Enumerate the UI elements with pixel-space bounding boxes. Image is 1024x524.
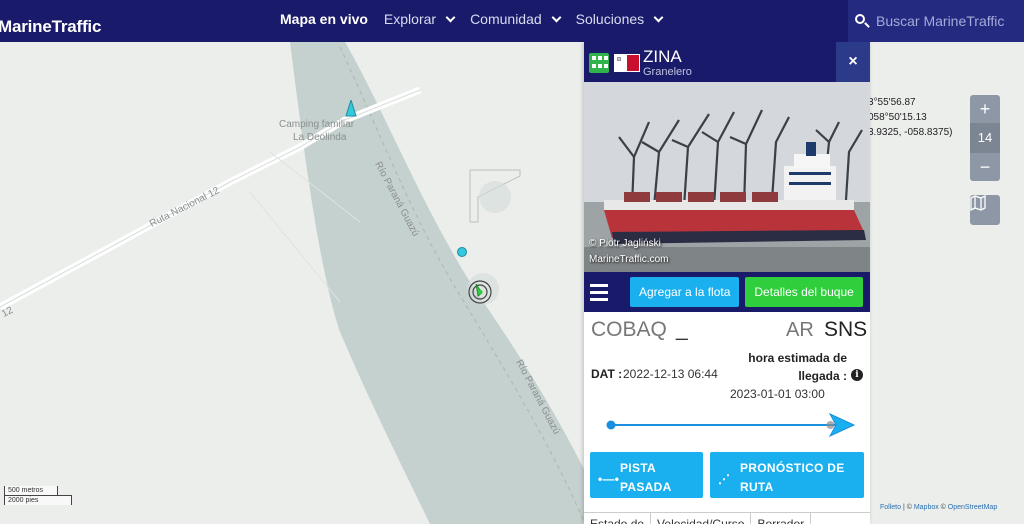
search-box [848,0,1024,42]
tab-draught[interactable]: Borrador [751,513,812,524]
atd-value: 2022-12-13 06:44 [623,367,718,381]
forecast-dots-icon: ⋰ [718,472,731,486]
route-forecast-line-1: PRONÓSTICO DE [740,461,845,475]
map-scale: 500 metros 2000 pies [4,486,72,505]
attribution-sep-2: © [938,504,948,511]
ship-photo[interactable]: © Piotr Jagliński MarineTraffic.com [584,82,870,272]
atd-label: DAT : [591,367,623,381]
info-icon[interactable]: i [851,369,863,381]
route-buttons: •—• PISTA PASADA ⋰ PRONÓSTICO DE RUTA [590,452,864,498]
latitude: 3°55'56.87 [868,97,916,108]
selected-ship-marker-icon[interactable] [466,275,496,305]
map-label-camping: Camping familiar [279,119,354,130]
departure-port[interactable]: COBAQ [591,318,667,342]
past-track-line-1: PISTA [620,461,656,475]
map-attribution: Folleto | © Mapbox © OpenStreetMap [880,504,997,511]
zoom-control: + 14 − [970,95,1000,181]
nav-live-map-label: Mapa en vivo [280,11,368,27]
zoom-out-button[interactable]: − [970,153,1000,181]
destination-port[interactable]: SNS [824,318,867,342]
track-icon: •—• [598,472,620,486]
photo-credit: © Piotr Jagliński MarineTraffic.com [589,236,668,268]
past-track-line-2: PASADA [620,480,672,494]
chevron-down-icon [551,12,562,22]
voyage-route: COBAQ _ AR SNS DAT : 2022-12-13 06:44 ho… [584,312,870,450]
eta-label: hora estimada de llegada : [734,349,847,385]
search-input[interactable] [876,13,1016,29]
map-layers-icon [970,195,986,211]
app-root: MarineTraffic Mapa en vivo Explorar Comu… [0,0,1024,524]
close-button[interactable]: × [836,42,870,82]
nav-explore[interactable]: Explorar [383,11,456,27]
eta-label-line-1: hora estimada de [748,351,847,365]
nav-solutions[interactable]: Soluciones [575,11,664,27]
ship-type: Granelero [643,66,692,78]
tab-speed-course[interactable]: Velocidad/Curso [651,513,752,524]
camping-line-1: Camping familiar [279,119,355,130]
nav-community-label: Comunidad [470,11,542,27]
scale-imperial: 2000 pies [4,495,72,505]
attribution-sep-1: | © [901,504,914,511]
eta-value: 2023-01-01 03:00 [730,387,825,401]
photo-credit-site: MarineTraffic.com [589,254,669,265]
osm-link[interactable]: OpenStreetMap [948,504,997,511]
longitude: 058°50'15.13 [868,112,927,123]
search-icon[interactable] [854,13,870,29]
nav-explore-label: Explorar [383,11,437,27]
marinetraffic-logo[interactable]: MarineTraffic [0,17,101,37]
live-map[interactable]: Camping familiar La Deolinda Ruta Nacion… [0,42,1024,524]
hamburger-menu-icon[interactable] [590,279,616,305]
add-to-fleet-button[interactable]: Agregar a la flota [630,277,740,307]
main-nav: Mapa en vivo Explorar Comunidad Solucion… [280,11,678,27]
route-forecast-button[interactable]: ⋰ PRONÓSTICO DE RUTA [710,452,864,498]
top-navigation-bar: MarineTraffic Mapa en vivo Explorar Comu… [0,0,1024,42]
camping-line-2: La Deolinda [293,132,347,143]
decimal-coordinates: 3.9325, -058.8375) [868,127,953,138]
vessel-anchored-icon[interactable] [457,247,467,257]
voyage-progress-bar [606,412,856,438]
ship-action-bar: Agregar a la flota Detalles del buque [584,272,870,312]
nav-live-map[interactable]: Mapa en vivo [280,11,368,27]
route-forecast-line-2: RUTA [740,480,774,494]
eta-label-line-2: llegada : [798,369,847,383]
nav-solutions-label: Soluciones [575,11,645,27]
map-label-camping-2: La Deolinda [293,132,346,143]
chevron-down-icon [445,12,456,22]
coordinate-readout: 3°55'56.87 058°50'15.13 3.9325, -058.837… [868,95,953,140]
zoom-level: 14 [970,123,1000,153]
ship-panel-header: ZINA Granelero × [584,42,870,82]
grid-menu-icon[interactable] [589,53,609,73]
vessel-marker-icon[interactable] [344,100,358,118]
chevron-down-icon [653,12,664,22]
zoom-in-button[interactable]: + [970,95,1000,123]
nav-community[interactable]: Comunidad [470,11,562,27]
ship-name: ZINA [643,47,682,66]
ship-data-tabs: Estado de Velocidad/Curso Borrador [584,512,870,524]
departure-port-suffix: _ [676,318,688,341]
ship-info-panel: ZINA Granelero × © Piotr Jagliński Marin… [584,42,870,524]
leaflet-link[interactable]: Folleto [880,504,901,511]
destination-country: AR [786,319,814,341]
map-layers-button[interactable] [970,195,1000,225]
vessel-details-button[interactable]: Detalles del buque [745,277,863,307]
mapbox-link[interactable]: Mapbox [914,504,939,511]
past-track-button[interactable]: •—• PISTA PASADA [590,452,703,498]
photo-credit-author: © Piotr Jagliński [589,238,661,249]
tab-status[interactable]: Estado de [584,513,652,524]
malta-flag-icon [614,54,640,72]
